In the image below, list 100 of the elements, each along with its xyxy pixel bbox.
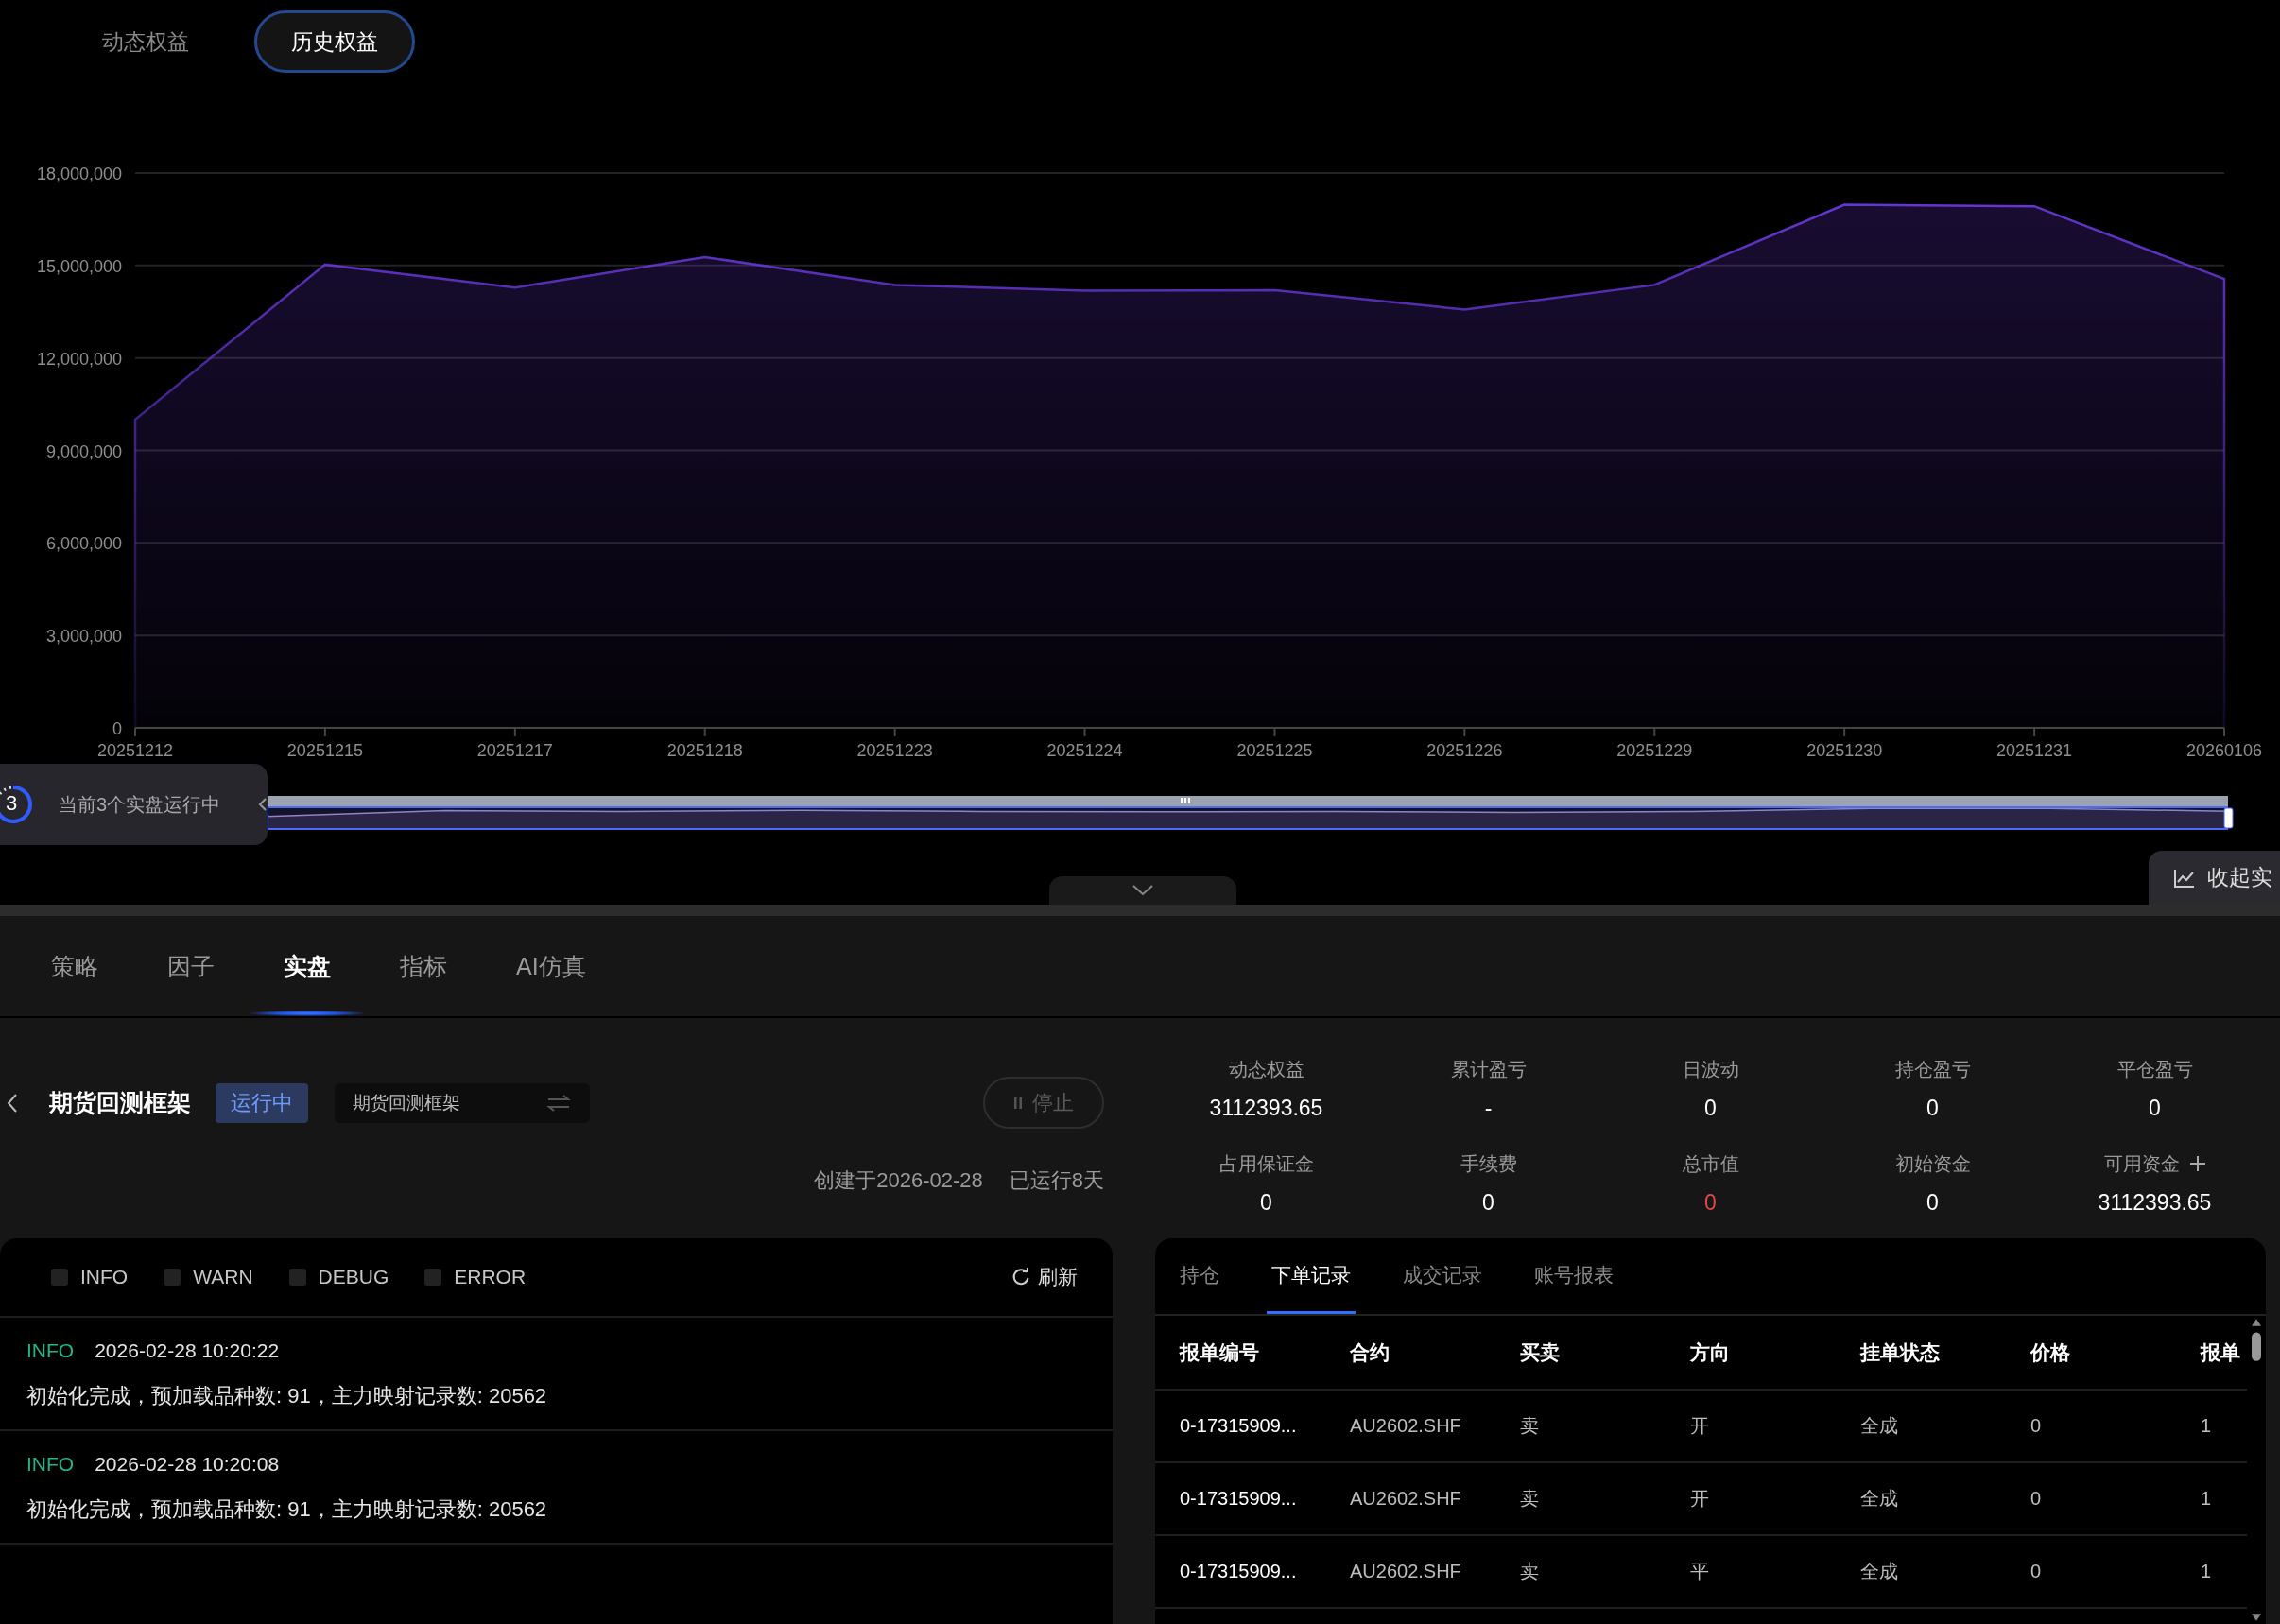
nav-tab[interactable]: 策略 bbox=[18, 916, 131, 1016]
nav-tab[interactable]: 因子 bbox=[134, 916, 248, 1016]
slider-window[interactable] bbox=[267, 806, 2228, 830]
plus-icon[interactable] bbox=[2188, 1155, 2206, 1172]
stat-value: - bbox=[1484, 1095, 1493, 1122]
tab[interactable]: 动态权益 bbox=[65, 10, 226, 73]
axis-label: 20251218 bbox=[666, 741, 743, 760]
axis-label: 20251215 bbox=[286, 741, 363, 760]
column-header: 买卖 bbox=[1520, 1339, 1560, 1365]
stat-value: 0 bbox=[2149, 1095, 2161, 1122]
stat-label: 日波动 bbox=[1682, 1058, 1739, 1081]
running-count: 3 bbox=[6, 791, 18, 816]
checkbox[interactable] bbox=[164, 1269, 181, 1286]
axis-label: 20251226 bbox=[1426, 741, 1503, 760]
strategy-select[interactable]: 期货回测框架 bbox=[335, 1082, 590, 1123]
filter-label[interactable]: DEBUG bbox=[318, 1266, 389, 1288]
axis-label: 12,000,000 bbox=[36, 349, 122, 369]
checkbox[interactable] bbox=[288, 1269, 306, 1286]
table-cell-text: 全成 bbox=[1860, 1560, 1898, 1583]
slider-handle[interactable] bbox=[2223, 807, 2234, 829]
table-cell-text: 开 bbox=[1690, 1414, 1709, 1438]
axis-label: 20251225 bbox=[1236, 741, 1313, 760]
log-level: INFO bbox=[26, 1339, 75, 1363]
stat-value: 0 bbox=[1704, 1189, 1717, 1217]
runtime-text: 已运行8天 bbox=[1009, 1167, 1104, 1194]
checkbox[interactable] bbox=[424, 1269, 442, 1286]
table-cell: 0-17315909... bbox=[1180, 1488, 1297, 1510]
log-time: 2026-02-28 10:20:22 bbox=[95, 1339, 280, 1363]
collapse-button[interactable]: 收起实 bbox=[2149, 851, 2280, 905]
count-ring-icon bbox=[0, 784, 34, 825]
filter-label[interactable]: ERROR bbox=[454, 1266, 527, 1288]
log-message: 初始化完成，预加载品种数: 91，主力映射记录数: 20562 bbox=[26, 1383, 548, 1409]
swap-icon bbox=[546, 1093, 571, 1113]
status-tag: 运行中 bbox=[216, 1082, 308, 1123]
axis-label: 20251230 bbox=[1806, 741, 1883, 760]
column-header: 报单 bbox=[2201, 1339, 2240, 1365]
tab[interactable]: 历史权益 bbox=[254, 10, 415, 73]
stat-value: 3112393.65 bbox=[1209, 1095, 1323, 1122]
axis-label: 6,000,000 bbox=[45, 534, 122, 554]
axis-label: 20251231 bbox=[1996, 741, 2073, 760]
tab[interactable]: 持仓 bbox=[1175, 1238, 1224, 1314]
running-text: 当前3个实盘运行中 bbox=[59, 792, 221, 817]
axis-label: 20251212 bbox=[96, 741, 174, 760]
axis-label: 3,000,000 bbox=[45, 627, 122, 647]
back-icon[interactable] bbox=[6, 1092, 19, 1114]
column-header: 报单编号 bbox=[1180, 1339, 1259, 1365]
column-header: 挂单状态 bbox=[1860, 1339, 1940, 1365]
checkbox[interactable] bbox=[51, 1269, 68, 1286]
tab[interactable]: 下单记录 bbox=[1267, 1238, 1356, 1314]
table-cell-text: 平 bbox=[1690, 1560, 1709, 1583]
axis-label: 18,000,000 bbox=[36, 164, 122, 183]
column-header: 合约 bbox=[1350, 1339, 1390, 1365]
chevron-down-icon bbox=[1131, 884, 1154, 897]
stat-label: 累计盈亏 bbox=[1450, 1058, 1527, 1081]
table-cell: 0-17315909... bbox=[1180, 1561, 1297, 1582]
nav-tab[interactable]: AI仿真 bbox=[483, 916, 619, 1016]
table-cell-text: 全成 bbox=[1860, 1487, 1898, 1511]
axis-label: 20260106 bbox=[2185, 741, 2263, 760]
line-chart-icon bbox=[2173, 867, 2196, 889]
table-cell: 1 bbox=[2201, 1561, 2212, 1582]
tab[interactable]: 成交记录 bbox=[1398, 1238, 1487, 1314]
table-cell-text: 卖 bbox=[1520, 1414, 1539, 1438]
tab[interactable]: 账号报表 bbox=[1529, 1238, 1618, 1314]
table-cell: 1 bbox=[2201, 1488, 2212, 1510]
stat-label: 动态权益 bbox=[1228, 1058, 1304, 1081]
table-cell-text: 全成 bbox=[1860, 1414, 1898, 1438]
stat-value: 0 bbox=[1482, 1189, 1494, 1217]
stat-label: 可用资金 bbox=[2103, 1152, 2180, 1176]
table-cell: 0-17315909... bbox=[1180, 1415, 1297, 1437]
running-badge[interactable]: 3 当前3个实盘运行中 bbox=[0, 764, 268, 845]
log-level: INFO bbox=[26, 1452, 75, 1477]
axis-label: 20251229 bbox=[1616, 741, 1693, 760]
table-cell: 0 bbox=[2030, 1561, 2042, 1582]
nav-tab[interactable]: 指标 bbox=[367, 916, 480, 1016]
table-cell-text: 卖 bbox=[1520, 1487, 1539, 1511]
table-cell: 1 bbox=[2201, 1415, 2212, 1437]
table-cell: AU2602.SHF bbox=[1350, 1488, 1461, 1510]
chevron-left-icon[interactable] bbox=[258, 797, 268, 812]
column-header: 方向 bbox=[1690, 1339, 1730, 1365]
column-header: 价格 bbox=[2030, 1339, 2070, 1365]
axis-label: 9,000,000 bbox=[45, 441, 122, 461]
stat-label: 占用保证金 bbox=[1218, 1152, 1314, 1176]
stat-label: 手续费 bbox=[1460, 1152, 1517, 1176]
stat-value: 3112393.65 bbox=[2098, 1189, 2212, 1217]
log-message: 初始化完成，预加载品种数: 91，主力映射记录数: 20562 bbox=[26, 1496, 548, 1523]
filter-label[interactable]: WARN bbox=[193, 1266, 253, 1288]
table-cell: AU2602.SHF bbox=[1350, 1561, 1461, 1582]
pause-icon bbox=[1013, 1096, 1023, 1110]
stat-label: 初始资金 bbox=[1894, 1152, 1971, 1176]
stat-label: 总市值 bbox=[1682, 1152, 1739, 1176]
zoom-slider[interactable] bbox=[266, 796, 2234, 830]
stat-value: 0 bbox=[1260, 1189, 1272, 1217]
refresh-button[interactable]: 刷新 bbox=[1011, 1264, 1078, 1290]
axis-label: 20251217 bbox=[476, 741, 553, 760]
stat-value: 0 bbox=[1926, 1095, 1939, 1122]
axis-label: 20251223 bbox=[856, 741, 933, 760]
filter-label[interactable]: INFO bbox=[80, 1266, 129, 1288]
table-cell: AU2602.SHF bbox=[1350, 1415, 1461, 1437]
axis-label: 20251224 bbox=[1046, 741, 1123, 760]
table-cell-text: 开 bbox=[1690, 1487, 1709, 1511]
